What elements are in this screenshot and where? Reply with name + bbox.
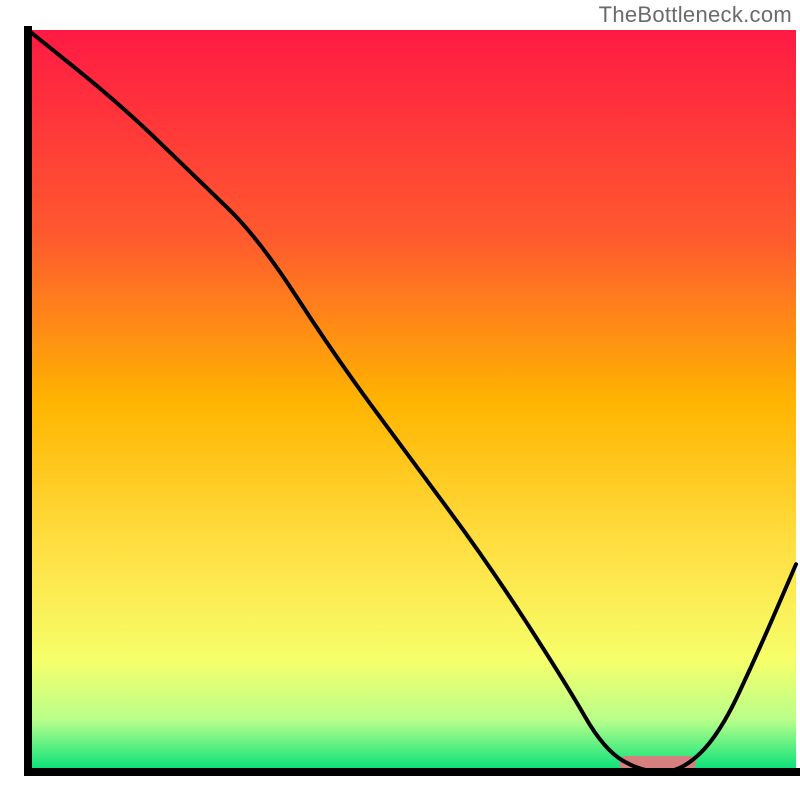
heatmap-gradient [28, 30, 796, 772]
bottleneck-chart [0, 0, 800, 800]
chart-stage: TheBottleneck.com [0, 0, 800, 800]
watermark-text: TheBottleneck.com [599, 2, 792, 28]
